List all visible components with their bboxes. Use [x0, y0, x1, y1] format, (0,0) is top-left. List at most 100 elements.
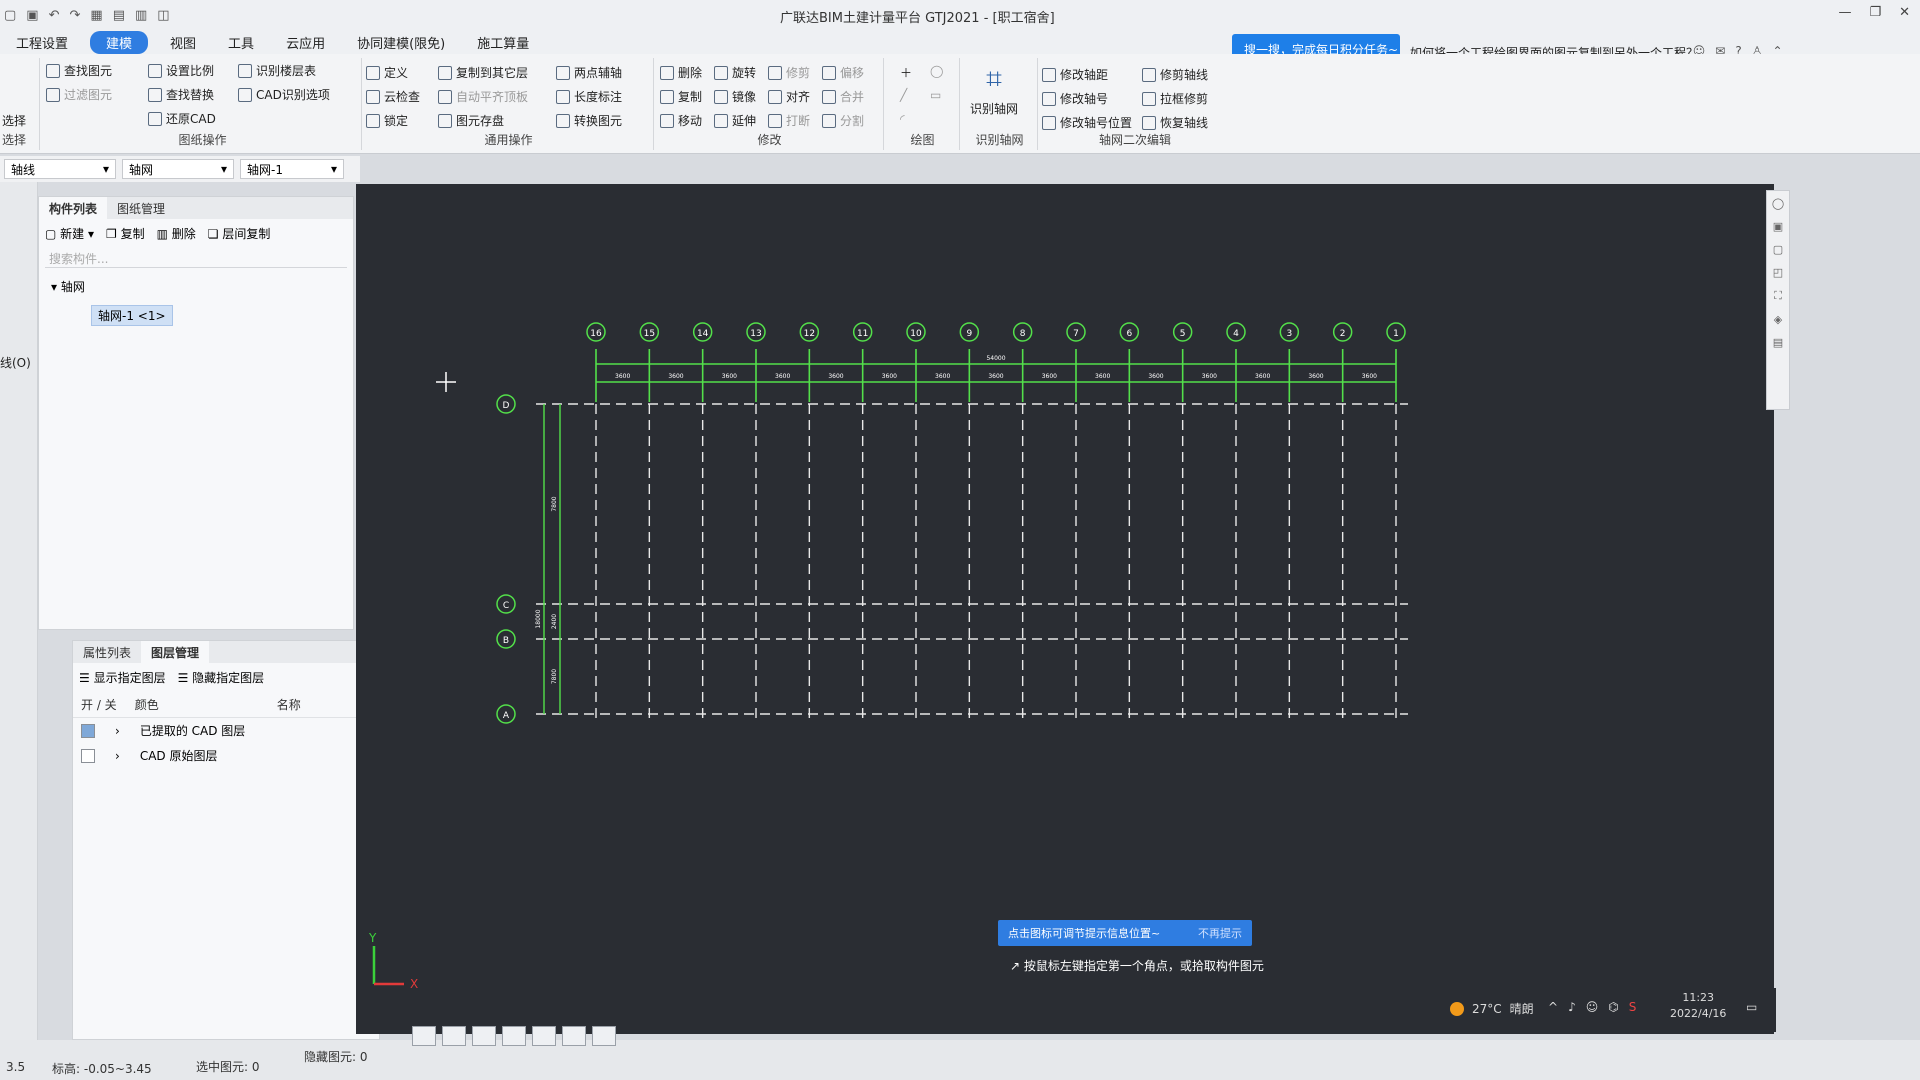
top-view-icon[interactable]: ▢: [1773, 243, 1783, 256]
copy-button[interactable]: 复制: [660, 88, 702, 105]
circle-draw-button[interactable]: ◯: [930, 64, 943, 78]
tab-layer-management[interactable]: 图层管理: [141, 641, 210, 663]
menu-project-settings[interactable]: 工程设置: [0, 31, 84, 54]
trim-button[interactable]: 修剪: [768, 64, 810, 81]
menu-modeling[interactable]: 建模: [90, 30, 149, 54]
set-scale-button[interactable]: 设置比例: [148, 62, 214, 79]
hide-layer-button[interactable]: ☰ 隐藏指定图层: [178, 669, 265, 686]
arc-snap-button[interactable]: [592, 1026, 616, 1046]
menu-view[interactable]: 工具: [212, 31, 270, 54]
mirror-button[interactable]: 镜像: [714, 88, 756, 105]
tree-node-grid[interactable]: ▾ 轴网: [51, 278, 341, 295]
notification-icon[interactable]: ▭: [1746, 1000, 1757, 1014]
volume-icon[interactable]: ♪: [1568, 1000, 1576, 1014]
category-select[interactable]: 轴线 ▾: [4, 159, 116, 179]
orbit-icon[interactable]: ◯: [1772, 197, 1784, 210]
fit-view-icon[interactable]: ⛶: [1774, 289, 1782, 303]
copy-to-other-floor-button[interactable]: 复制到其它层: [438, 64, 528, 81]
weather-widget[interactable]: 27°C 晴朗: [1450, 1000, 1534, 1017]
calc-icon[interactable]: ▦: [90, 8, 102, 23]
display-button[interactable]: [562, 1026, 586, 1046]
cloud-check-button[interactable]: 云检查: [366, 88, 420, 105]
report-icon[interactable]: ▤: [113, 8, 125, 23]
restore-cad-button[interactable]: 还原CAD: [148, 110, 216, 127]
save-element-button[interactable]: 图元存盘: [438, 112, 504, 129]
auto-align-slab-button[interactable]: 自动平齐顶板: [438, 88, 528, 105]
object-snap-button[interactable]: [442, 1026, 466, 1046]
copy-component-button[interactable]: ❐ 复制: [106, 225, 145, 242]
undo-icon[interactable]: ↶: [49, 8, 60, 23]
box-trim-button[interactable]: 拉框修剪: [1142, 90, 1208, 107]
filter-element-button[interactable]: 过滤图元: [46, 86, 112, 103]
redo-icon[interactable]: ↷: [70, 8, 81, 23]
angle-snap-button[interactable]: [502, 1026, 526, 1046]
network-icon[interactable]: ⌬: [1608, 1000, 1618, 1014]
align-button[interactable]: 对齐: [768, 88, 810, 105]
drawing-canvas[interactable]: 16 15 14 13 12 11 10 9 8 7 6 5 4 3 2 1 D C B A 3600 3600 3600 3…: [356, 184, 1774, 1034]
recognize-floor-table-button[interactable]: 识别楼层表: [238, 62, 316, 79]
notes-icon[interactable]: ▤: [1773, 336, 1783, 349]
modify-axis-number-position-button[interactable]: 修改轴号位置: [1042, 114, 1132, 131]
rect-draw-button[interactable]: ▭: [930, 88, 941, 102]
two-point-aux-axis-button[interactable]: 两点辅轴: [556, 64, 622, 81]
convert-element-button[interactable]: 转换图元: [556, 112, 622, 129]
cross-snap-button[interactable]: [472, 1026, 496, 1046]
user-icon[interactable]: ☺: [1586, 1000, 1599, 1014]
component-select[interactable]: 轴网-1 ▾: [240, 159, 344, 179]
minimize-icon[interactable]: —: [1838, 5, 1851, 20]
tab-component-list[interactable]: 构件列表: [39, 197, 108, 219]
point-draw-button[interactable]: ＋: [900, 64, 912, 81]
component-search-input[interactable]: 搜索构件...: [45, 248, 347, 268]
view-icon[interactable]: ◫: [157, 8, 169, 23]
break-button[interactable]: 打断: [768, 112, 810, 129]
restore-icon[interactable]: ❐: [1869, 5, 1881, 20]
modify-axis-spacing-button[interactable]: 修改轴距: [1042, 66, 1108, 83]
tip-notification[interactable]: 点击图标可调节提示信息位置~ 不再提示: [998, 920, 1252, 946]
tab-property-list[interactable]: 属性列表: [73, 641, 141, 663]
line-draw-button[interactable]: ╱: [900, 88, 907, 102]
copy-between-floors-button[interactable]: ❏ 层间复制: [208, 225, 271, 242]
merge-button[interactable]: 合并: [822, 88, 864, 105]
close-icon[interactable]: ✕: [1899, 5, 1910, 20]
cad-options-button[interactable]: CAD识别选项: [238, 86, 330, 103]
extend-button[interactable]: 延伸: [714, 112, 756, 129]
delete-button[interactable]: 删除: [660, 64, 702, 81]
layer-view-icon[interactable]: ◈: [1774, 313, 1782, 326]
show-layer-button[interactable]: ☰ 显示指定图层: [79, 669, 166, 686]
layer-toggle-checkbox[interactable]: [81, 748, 95, 763]
find-replace-button[interactable]: 查找替换: [148, 86, 214, 103]
chevron-right-icon[interactable]: ›: [115, 724, 120, 738]
trim-axis-button[interactable]: 修剪轴线: [1142, 66, 1208, 83]
menu-tools[interactable]: 云应用: [270, 31, 341, 54]
chevron-right-icon[interactable]: ›: [115, 749, 120, 763]
tab-drawing-management[interactable]: 图纸管理: [107, 197, 175, 219]
ortho-snap-button[interactable]: [412, 1026, 436, 1046]
system-clock[interactable]: 11:23 2022/4/16: [1670, 990, 1726, 1022]
3d-view-icon[interactable]: ▣: [1773, 220, 1783, 233]
antivirus-icon[interactable]: S: [1629, 1000, 1637, 1014]
split-button[interactable]: 分割: [822, 112, 864, 129]
menu-quantities[interactable]: 视图: [154, 31, 212, 54]
delete-component-button[interactable]: ▥ 删除: [157, 225, 196, 242]
length-dimension-button[interactable]: 长度标注: [556, 88, 622, 105]
restore-axis-button[interactable]: 恢复轴线: [1142, 114, 1208, 131]
menu-cloud[interactable]: 协同建模(限免): [341, 31, 461, 54]
find-element-button[interactable]: 查找图元: [46, 62, 112, 79]
save-icon[interactable]: ▣: [26, 8, 38, 23]
open-icon[interactable]: ▢: [4, 8, 16, 23]
type-select[interactable]: 轴网 ▾: [122, 159, 234, 179]
define-button[interactable]: 定义: [366, 64, 408, 81]
lock-button[interactable]: 锁定: [366, 112, 408, 129]
left-strip-label[interactable]: 线(O): [0, 354, 31, 371]
chevron-up-icon[interactable]: ^: [1548, 1000, 1558, 1014]
tree-leaf-grid-1[interactable]: 轴网-1 <1>: [91, 305, 173, 326]
move-button[interactable]: 移动: [660, 112, 702, 129]
layer-toggle-checkbox[interactable]: [81, 723, 95, 738]
arc-draw-button[interactable]: ◜: [900, 112, 905, 126]
cube-icon[interactable]: ◰: [1773, 266, 1783, 279]
menu-construction[interactable]: 施工算量: [461, 31, 545, 54]
summary-icon[interactable]: ▥: [135, 8, 147, 23]
rotate-button[interactable]: 旋转: [714, 64, 756, 81]
tip-dismiss-button[interactable]: 不再提示: [1198, 925, 1242, 941]
offset-button[interactable]: 偏移: [822, 64, 864, 81]
